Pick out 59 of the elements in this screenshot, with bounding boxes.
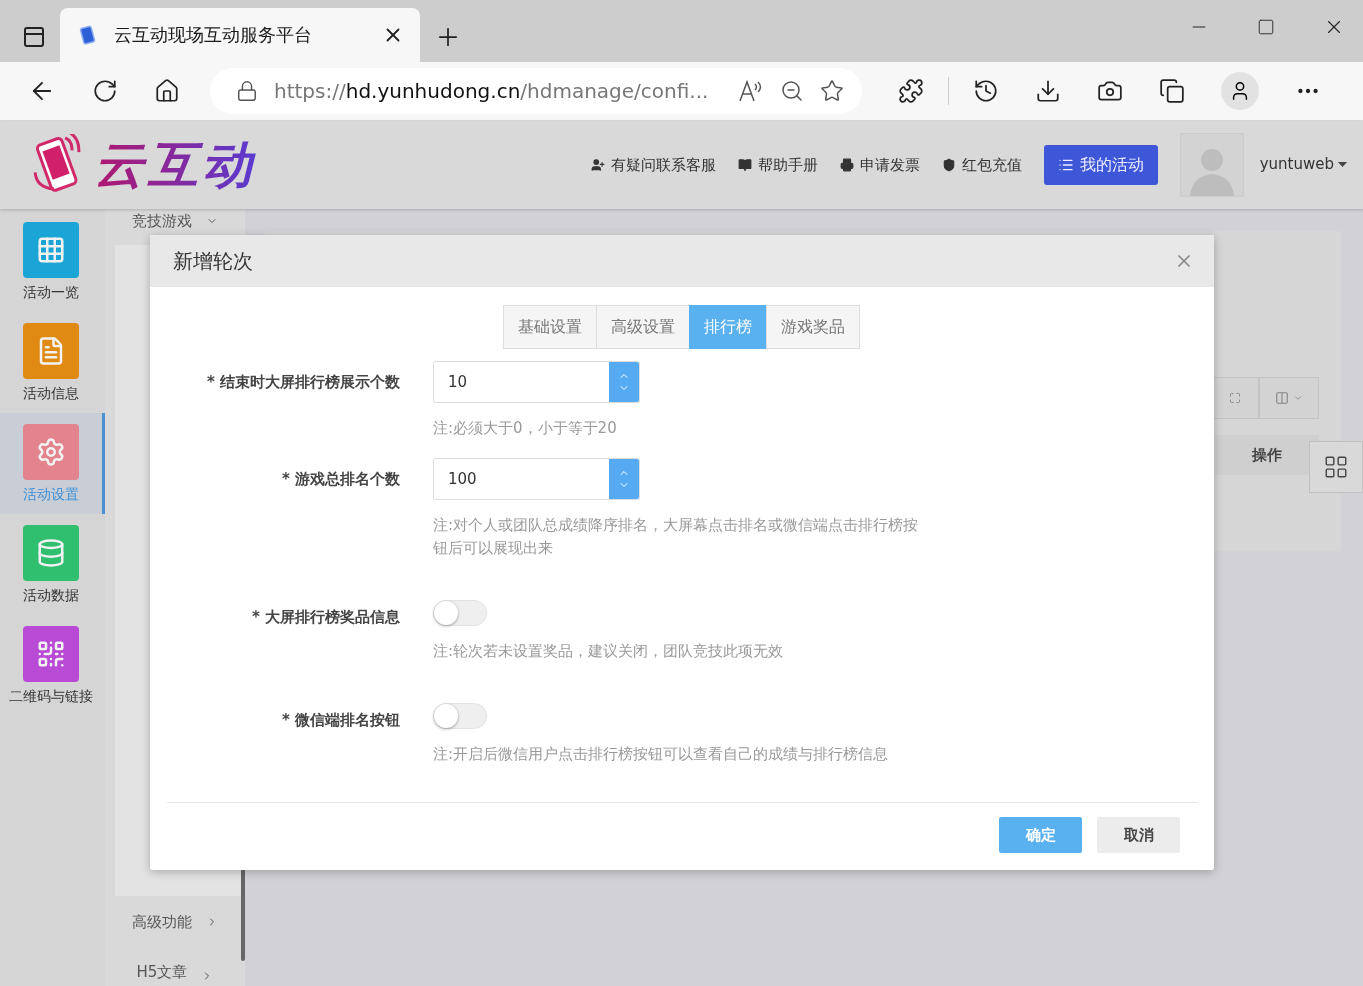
- caret-icon: [1293, 393, 1303, 403]
- field-label: * 结束时大屏排行榜展示个数: [205, 372, 401, 393]
- tab-actions-icon[interactable]: [22, 25, 46, 49]
- dialog-tab[interactable]: 高级设置: [596, 305, 690, 349]
- zoom-out-icon[interactable]: [780, 79, 804, 103]
- header-link[interactable]: 帮助手册: [737, 155, 818, 175]
- user-avatar: [1179, 133, 1244, 197]
- shield-icon: [941, 158, 956, 172]
- printer-icon: [839, 158, 854, 172]
- subnav-item[interactable]: H5文章: [105, 948, 245, 986]
- header-link[interactable]: 申请发票: [839, 155, 920, 175]
- subnav-item[interactable]: 高级功能: [105, 896, 245, 948]
- list-icon: [1057, 157, 1074, 173]
- column-header: 操作: [1215, 435, 1319, 475]
- dialog-title: 新增轮次: [173, 247, 254, 275]
- grid-icon: [1323, 454, 1349, 480]
- my-activities-button[interactable]: 我的活动: [1043, 145, 1158, 185]
- toggle-switch[interactable]: [433, 703, 487, 729]
- scrollbar[interactable]: [241, 869, 245, 961]
- caret-icon: [1338, 161, 1347, 167]
- book-icon: [737, 158, 752, 172]
- grid-float-button[interactable]: [1309, 441, 1363, 493]
- field-note: 注:轮次若未设置奖品，建议关闭，团队竞技此项无效: [433, 641, 784, 662]
- tab-title: 云互动现场互动服务平台: [114, 23, 313, 47]
- fullscreen-icon: [1229, 392, 1241, 404]
- user-menu[interactable]: yuntuweb: [1259, 155, 1347, 173]
- toggle-switch[interactable]: [433, 600, 487, 626]
- sidebar-item[interactable]: 二维码与链接: [0, 615, 105, 716]
- collections-icon[interactable]: [1159, 78, 1185, 104]
- lock-icon: [236, 80, 258, 102]
- columns-icon: [1275, 391, 1289, 405]
- field-note: 注:开启后微信用户点击排行榜按钮可以查看自己的成绩与排行榜信息: [433, 744, 889, 765]
- dialog-tab[interactable]: 基础设置: [503, 305, 597, 349]
- subnav-item[interactable]: 竞技游戏: [105, 209, 245, 233]
- field-label: * 微信端排名按钮: [280, 710, 401, 731]
- refresh-icon[interactable]: [92, 78, 118, 104]
- field-note: 注:必须大于0，小于等于20: [433, 418, 617, 439]
- field-label: * 大屏排行榜奖品信息: [250, 607, 401, 628]
- header-link[interactable]: 有疑问联系客服: [590, 155, 716, 175]
- browser-tab[interactable]: 云互动现场互动服务平台: [60, 8, 420, 62]
- favorite-icon[interactable]: [820, 79, 844, 103]
- field-note: 注:对个人或团队总成绩降序排名，大屏幕点击排名或微信端点击排行榜按钮后可以展现出来: [433, 515, 920, 559]
- download-icon[interactable]: [1035, 78, 1061, 104]
- home-icon[interactable]: [154, 78, 180, 104]
- cancel-button[interactable]: 取消: [1097, 817, 1180, 853]
- history-icon[interactable]: [973, 78, 999, 104]
- camera-icon[interactable]: [1097, 78, 1123, 104]
- profile-icon[interactable]: [1221, 72, 1259, 110]
- sidebar-item[interactable]: 活动数据: [0, 514, 105, 615]
- extensions-icon[interactable]: [898, 78, 924, 104]
- user-plus-icon: [590, 158, 605, 172]
- url-text: https://hd.yunhudong.cn/hdmanage/confi...: [274, 79, 710, 103]
- sidebar-item[interactable]: 活动信息: [0, 312, 105, 413]
- dialog-tab[interactable]: 游戏奖品: [766, 305, 860, 349]
- address-bar[interactable]: https://hd.yunhudong.cn/hdmanage/confi...: [210, 68, 862, 114]
- read-aloud-icon[interactable]: [738, 79, 764, 103]
- sidebar-item[interactable]: 活动一览: [0, 211, 105, 312]
- field-label: * 游戏总排名个数: [280, 469, 401, 490]
- header-link[interactable]: 红包充值: [941, 155, 1022, 175]
